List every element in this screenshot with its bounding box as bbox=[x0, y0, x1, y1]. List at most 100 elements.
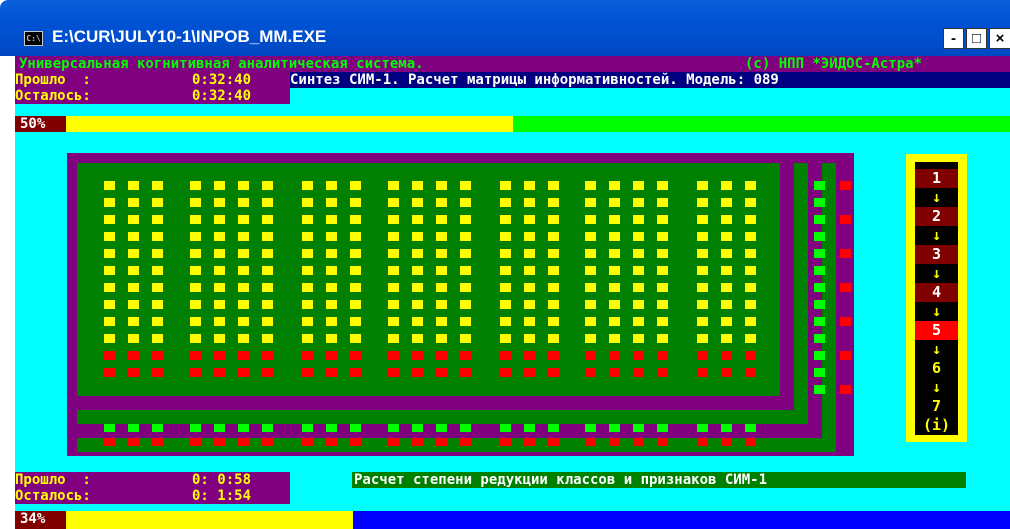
matrix-cell-yellow bbox=[412, 317, 423, 326]
matrix-cell-red bbox=[745, 351, 756, 360]
matrix-cell-yellow bbox=[745, 266, 756, 275]
matrix-cell-yellow bbox=[500, 300, 511, 309]
matrix-cell-yellow bbox=[104, 249, 115, 258]
matrix-cell-red bbox=[388, 368, 399, 377]
matrix-cell-yellow bbox=[104, 266, 115, 275]
matrix-cell-yellow bbox=[524, 334, 535, 343]
matrix-cell-yellow bbox=[460, 266, 471, 275]
matrix-cell-yellow bbox=[262, 266, 273, 275]
matrix-cell-yellow bbox=[585, 198, 596, 207]
matrix-cell-red bbox=[460, 368, 471, 377]
matrix-cell-yellow bbox=[152, 181, 163, 190]
matrix-cell-yellow bbox=[548, 249, 559, 258]
matrix-cell-yellow bbox=[524, 181, 535, 190]
matrix-cell-yellow bbox=[524, 283, 535, 292]
matrix-cell-red bbox=[609, 368, 620, 377]
close-button[interactable]: × bbox=[989, 28, 1010, 49]
matrix-cell-yellow bbox=[326, 215, 337, 224]
bottom-cell-red bbox=[262, 438, 273, 446]
matrix-cell-yellow bbox=[436, 215, 447, 224]
matrix-cell-yellow bbox=[697, 181, 708, 190]
matrix-cell-yellow bbox=[436, 334, 447, 343]
matrix-cell-yellow bbox=[350, 317, 361, 326]
matrix-cell-yellow bbox=[326, 334, 337, 343]
matrix-cell-yellow bbox=[412, 215, 423, 224]
matrix-cell-yellow bbox=[238, 181, 249, 190]
matrix-cell-yellow bbox=[128, 181, 139, 190]
matrix-cell-yellow bbox=[500, 215, 511, 224]
matrix-cell-red bbox=[412, 368, 423, 377]
bottom-progress-label: 34% bbox=[20, 511, 46, 527]
maximize-button[interactable]: □ bbox=[966, 28, 987, 49]
matrix-cell-yellow bbox=[388, 215, 399, 224]
minimize-button[interactable]: - bbox=[943, 28, 964, 49]
matrix-cell-yellow bbox=[524, 317, 535, 326]
matrix-cell-red bbox=[633, 351, 644, 360]
bottom-cell-green bbox=[302, 424, 313, 432]
matrix-cell-yellow bbox=[238, 232, 249, 241]
matrix-cell-yellow bbox=[152, 300, 163, 309]
matrix-cell-red bbox=[152, 351, 163, 360]
matrix-cell-yellow bbox=[238, 215, 249, 224]
matrix-cell-red bbox=[128, 368, 139, 377]
matrix-cell-yellow bbox=[302, 283, 313, 292]
title-bar[interactable]: C:\ E:\CUR\JULY10-1\INPOB_MM.EXE - □ × bbox=[0, 0, 1010, 56]
matrix-cell-yellow bbox=[721, 266, 732, 275]
matrix-cell-yellow bbox=[585, 317, 596, 326]
matrix-cell-yellow bbox=[262, 300, 273, 309]
matrix-cell-yellow bbox=[214, 283, 225, 292]
side-cell-red bbox=[840, 266, 851, 275]
matrix-cell-yellow bbox=[721, 317, 732, 326]
matrix-cell-yellow bbox=[104, 300, 115, 309]
matrix-cell-yellow bbox=[128, 249, 139, 258]
matrix-cell-red bbox=[745, 368, 756, 377]
matrix-cell-yellow bbox=[585, 300, 596, 309]
matrix-cell-yellow bbox=[302, 232, 313, 241]
matrix-cell-yellow bbox=[152, 249, 163, 258]
matrix-cell-yellow bbox=[214, 317, 225, 326]
matrix-cell-yellow bbox=[524, 198, 535, 207]
matrix-cell-yellow bbox=[190, 249, 201, 258]
matrix-cell-yellow bbox=[238, 198, 249, 207]
bottom-cell-green bbox=[436, 424, 447, 432]
matrix-cell-red bbox=[238, 351, 249, 360]
matrix-cell-red bbox=[302, 368, 313, 377]
matrix-cell-yellow bbox=[128, 266, 139, 275]
matrix-cell-yellow bbox=[214, 232, 225, 241]
matrix-cell-yellow bbox=[262, 181, 273, 190]
matrix-cell-red bbox=[524, 351, 535, 360]
matrix-cell-yellow bbox=[128, 283, 139, 292]
matrix-cell-yellow bbox=[350, 232, 361, 241]
matrix-cell-yellow bbox=[745, 198, 756, 207]
matrix-cell-yellow bbox=[436, 283, 447, 292]
matrix-cell-yellow bbox=[350, 283, 361, 292]
bottom-elapsed-row: Прошло : 0: 0:58 bbox=[15, 472, 290, 488]
matrix-cell-yellow bbox=[609, 334, 620, 343]
console-icon[interactable]: C:\ bbox=[24, 31, 43, 46]
side-cell-red bbox=[840, 402, 851, 411]
matrix-cell-yellow bbox=[302, 266, 313, 275]
bottom-cell-red bbox=[609, 438, 620, 446]
matrix-cell-yellow bbox=[214, 198, 225, 207]
matrix-cell-yellow bbox=[214, 215, 225, 224]
matrix-cell-yellow bbox=[302, 300, 313, 309]
side-cell-red bbox=[840, 232, 851, 241]
bottom-cell-green bbox=[388, 424, 399, 432]
matrix-cell-yellow bbox=[548, 266, 559, 275]
matrix-cell-yellow bbox=[152, 334, 163, 343]
matrix-cell-yellow bbox=[745, 232, 756, 241]
matrix-cell-yellow bbox=[548, 215, 559, 224]
side-cell-red bbox=[840, 249, 851, 258]
matrix-cell-yellow bbox=[104, 181, 115, 190]
matrix-cell-red bbox=[460, 351, 471, 360]
matrix-cell-yellow bbox=[412, 300, 423, 309]
matrix-cell-yellow bbox=[500, 249, 511, 258]
step-2: 2 bbox=[915, 207, 958, 226]
matrix-cell-yellow bbox=[190, 300, 201, 309]
matrix-cell-yellow bbox=[350, 300, 361, 309]
matrix-cell-yellow bbox=[326, 249, 337, 258]
bottom-remaining-row: Осталось: 0: 1:54 bbox=[15, 488, 290, 504]
matrix-cell-red bbox=[633, 368, 644, 377]
matrix-cell-yellow bbox=[585, 283, 596, 292]
matrix-cell-yellow bbox=[190, 283, 201, 292]
